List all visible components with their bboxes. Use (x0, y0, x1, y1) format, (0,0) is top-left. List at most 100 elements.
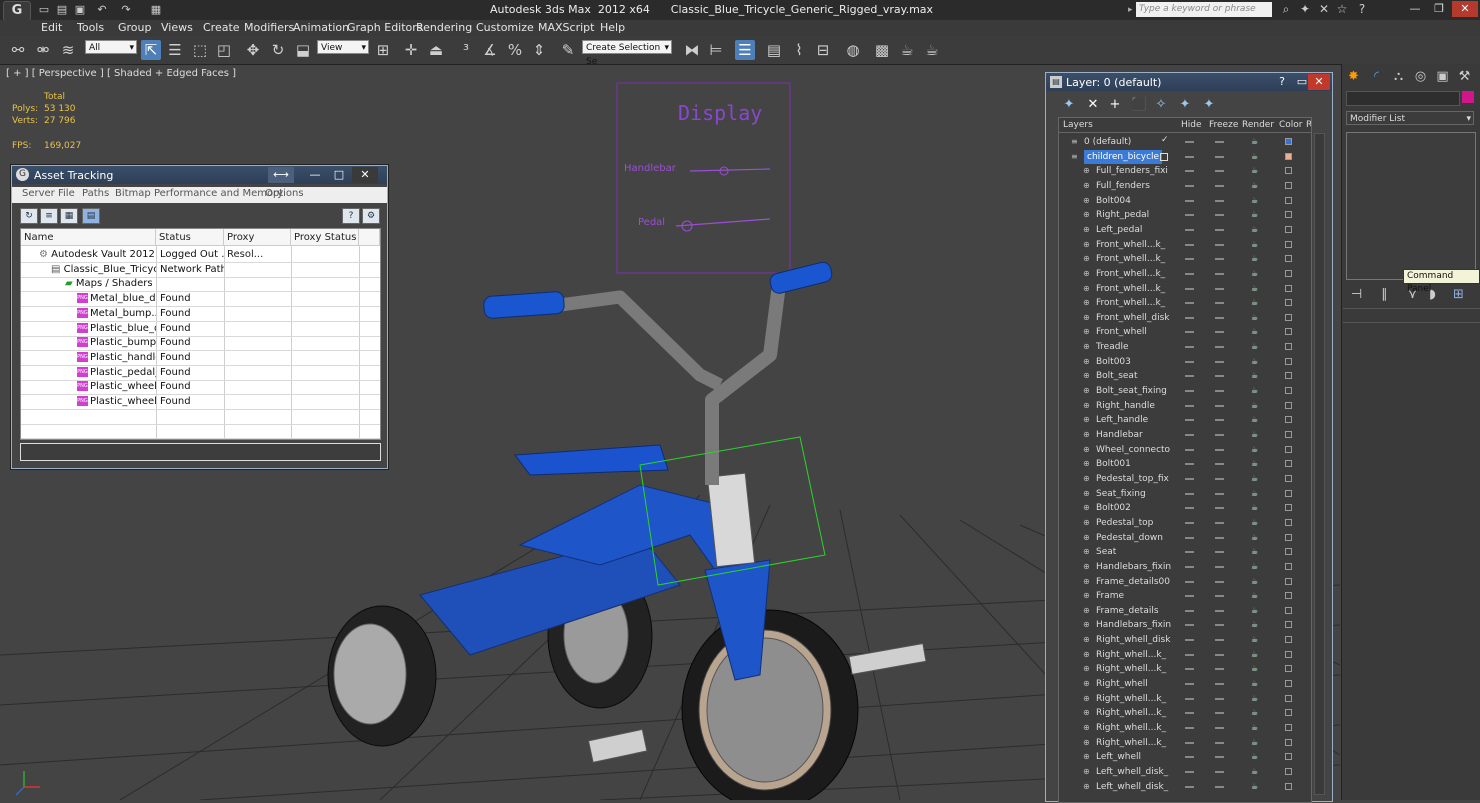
layer-color-swatch[interactable] (1285, 738, 1292, 746)
spinner-snap-icon[interactable]: ⇕ (529, 40, 549, 60)
render-col-header[interactable]: Render (1242, 120, 1274, 130)
layer-color-swatch[interactable] (1285, 445, 1292, 453)
hide-toggle[interactable] (1185, 639, 1194, 642)
angle-snap-icon[interactable]: ∡ (480, 40, 500, 60)
layer-name[interactable]: Right_whell...k_ (1096, 662, 1166, 676)
render-toggle-icon[interactable]: ☕ (1251, 313, 1259, 321)
color-col-header[interactable]: Color (1279, 120, 1303, 130)
hide-toggle[interactable] (1185, 756, 1194, 759)
layer-color-swatch[interactable] (1285, 621, 1292, 629)
minimize-button[interactable]: — (1404, 1, 1426, 17)
render-toggle-icon[interactable]: ☕ (1251, 548, 1259, 556)
layer-name[interactable]: Pedestal_top_fix (1096, 472, 1169, 486)
layer-color-swatch[interactable] (1285, 606, 1292, 614)
freeze-toggle[interactable] (1215, 463, 1224, 466)
render-toggle-icon[interactable]: ☕ (1251, 328, 1259, 336)
layer-color-swatch[interactable] (1285, 255, 1292, 263)
layer-color-swatch[interactable] (1285, 152, 1292, 160)
hide-toggle[interactable] (1185, 316, 1194, 319)
freeze-toggle[interactable] (1215, 697, 1224, 700)
save-file-icon[interactable]: ▣ (72, 2, 88, 17)
asset-menu-paths[interactable]: Paths (82, 188, 109, 199)
layer-name[interactable]: Frame_details00 (1096, 575, 1170, 589)
render-toggle-icon[interactable]: ☕ (1251, 767, 1259, 775)
layer-object-row[interactable]: ⊕ Pedestal_top_fix ☕ (1059, 472, 1311, 487)
freeze-toggle[interactable] (1215, 727, 1224, 729)
modifier-stack[interactable] (1346, 132, 1476, 280)
layer-name[interactable]: Bolt002 (1096, 501, 1131, 515)
hide-toggle[interactable] (1185, 492, 1194, 495)
freeze-toggle[interactable] (1215, 668, 1224, 671)
asset-row[interactable]: PNGPlastic_wheel_... Found (21, 379, 380, 396)
layer-color-swatch[interactable] (1285, 460, 1292, 468)
thumbnail-view-icon[interactable]: ▦ (60, 208, 78, 224)
selection-filter-dropdown[interactable]: All (85, 40, 137, 55)
layer-object-row[interactable]: ⊕ Left_whell ☕ (1059, 750, 1311, 765)
create-new-layer-icon[interactable]: ✦ (1060, 97, 1078, 113)
freeze-toggle[interactable] (1215, 243, 1224, 246)
layer-object-row[interactable]: ⊕ Bolt_seat_fixing ☕ (1059, 384, 1311, 399)
col-proxy-status-header[interactable]: Proxy Status (291, 229, 359, 246)
layer-object-row[interactable]: ⊕ Front_whell...k_ ☕ (1059, 296, 1311, 311)
help-icon[interactable]: ? (1354, 2, 1370, 17)
keyboard-shortcut-override-icon[interactable]: ⏏ (426, 40, 446, 60)
freeze-toggle[interactable] (1215, 565, 1224, 568)
freeze-toggle[interactable] (1215, 741, 1224, 744)
layer-object-row[interactable]: ⊕ Full_fenders_fixi ☕ (1059, 164, 1311, 179)
hide-toggle[interactable] (1185, 287, 1194, 290)
layer-name[interactable]: Bolt_seat (1096, 369, 1137, 383)
render-toggle-icon[interactable]: ☕ (1251, 533, 1259, 541)
graphite-modeling-icon[interactable]: ▤ (764, 40, 784, 60)
freeze-toggle[interactable] (1215, 141, 1224, 143)
freeze-toggle[interactable] (1215, 536, 1224, 539)
render-toggle-icon[interactable]: ☕ (1251, 694, 1259, 702)
layer-object-row[interactable]: ⊕ Bolt002 ☕ (1059, 501, 1311, 516)
asset-row[interactable]: PNGMetal_blue_di... Found (21, 291, 380, 308)
layer-color-swatch[interactable] (1285, 753, 1292, 761)
freeze-toggle[interactable] (1215, 624, 1224, 627)
layer-color-swatch[interactable] (1285, 167, 1292, 175)
freeze-toggle[interactable] (1215, 390, 1224, 393)
hide-toggle[interactable] (1185, 624, 1194, 627)
hide-toggle[interactable] (1185, 170, 1194, 173)
hide-toggle[interactable] (1185, 228, 1194, 231)
render-toggle-icon[interactable]: ☕ (1251, 401, 1259, 409)
hide-toggle[interactable] (1185, 375, 1194, 378)
layer-object-row[interactable]: ⊕ Front_whell ☕ (1059, 325, 1311, 340)
render-toggle-icon[interactable]: ☕ (1251, 650, 1259, 658)
layer-color-swatch[interactable] (1285, 489, 1292, 497)
modifier-list-dropdown[interactable]: Modifier List (1346, 111, 1474, 126)
display-tab-icon[interactable]: ▣ (1434, 68, 1451, 85)
layer-name[interactable]: Left_whell_disk_ (1096, 765, 1168, 779)
layer-name[interactable]: Left_whell_disk_ (1096, 780, 1168, 794)
select-and-scale-icon[interactable]: ⬓ (293, 40, 313, 60)
freeze-toggle[interactable] (1215, 683, 1224, 686)
hide-toggle[interactable] (1185, 243, 1194, 246)
freeze-toggle[interactable] (1215, 477, 1224, 480)
schematic-view-icon[interactable]: ⊟ (813, 40, 833, 60)
layer-color-swatch[interactable] (1285, 269, 1292, 277)
hide-toggle[interactable] (1185, 448, 1194, 451)
utilities-tab-icon[interactable]: ⚒ (1456, 68, 1473, 85)
asset-row[interactable]: ▰ Maps / Shaders (21, 276, 380, 293)
asset-row[interactable]: ⚙ Autodesk Vault 2012 Logged Out ... (21, 247, 380, 263)
current-layer-check-icon[interactable]: ✓ (1161, 135, 1169, 145)
layer-color-swatch[interactable] (1285, 533, 1292, 541)
layer-color-swatch[interactable] (1285, 196, 1292, 204)
col-proxy-resolution-header[interactable]: Proxy Resol... (224, 229, 291, 260)
freeze-toggle[interactable] (1215, 580, 1224, 583)
layer-help-button[interactable]: ? (1272, 74, 1292, 90)
layer-name[interactable]: Front_whell_disk (1096, 311, 1169, 325)
hide-toggle[interactable] (1185, 712, 1194, 715)
layers-scrollbar[interactable] (1314, 133, 1325, 795)
table-view-icon[interactable]: ▤ (82, 208, 100, 224)
render-toggle-icon[interactable]: ☕ (1251, 680, 1259, 688)
freeze-toggle[interactable] (1215, 639, 1224, 642)
asset-menu-server[interactable]: Server (22, 188, 55, 199)
layer-color-swatch[interactable] (1285, 680, 1292, 688)
hide-toggle[interactable] (1185, 199, 1194, 202)
layer-color-swatch[interactable] (1285, 431, 1292, 438)
maximize-button[interactable]: ❐ (1428, 1, 1450, 17)
layer-color-swatch[interactable] (1285, 284, 1292, 292)
hide-toggle[interactable] (1185, 434, 1194, 436)
